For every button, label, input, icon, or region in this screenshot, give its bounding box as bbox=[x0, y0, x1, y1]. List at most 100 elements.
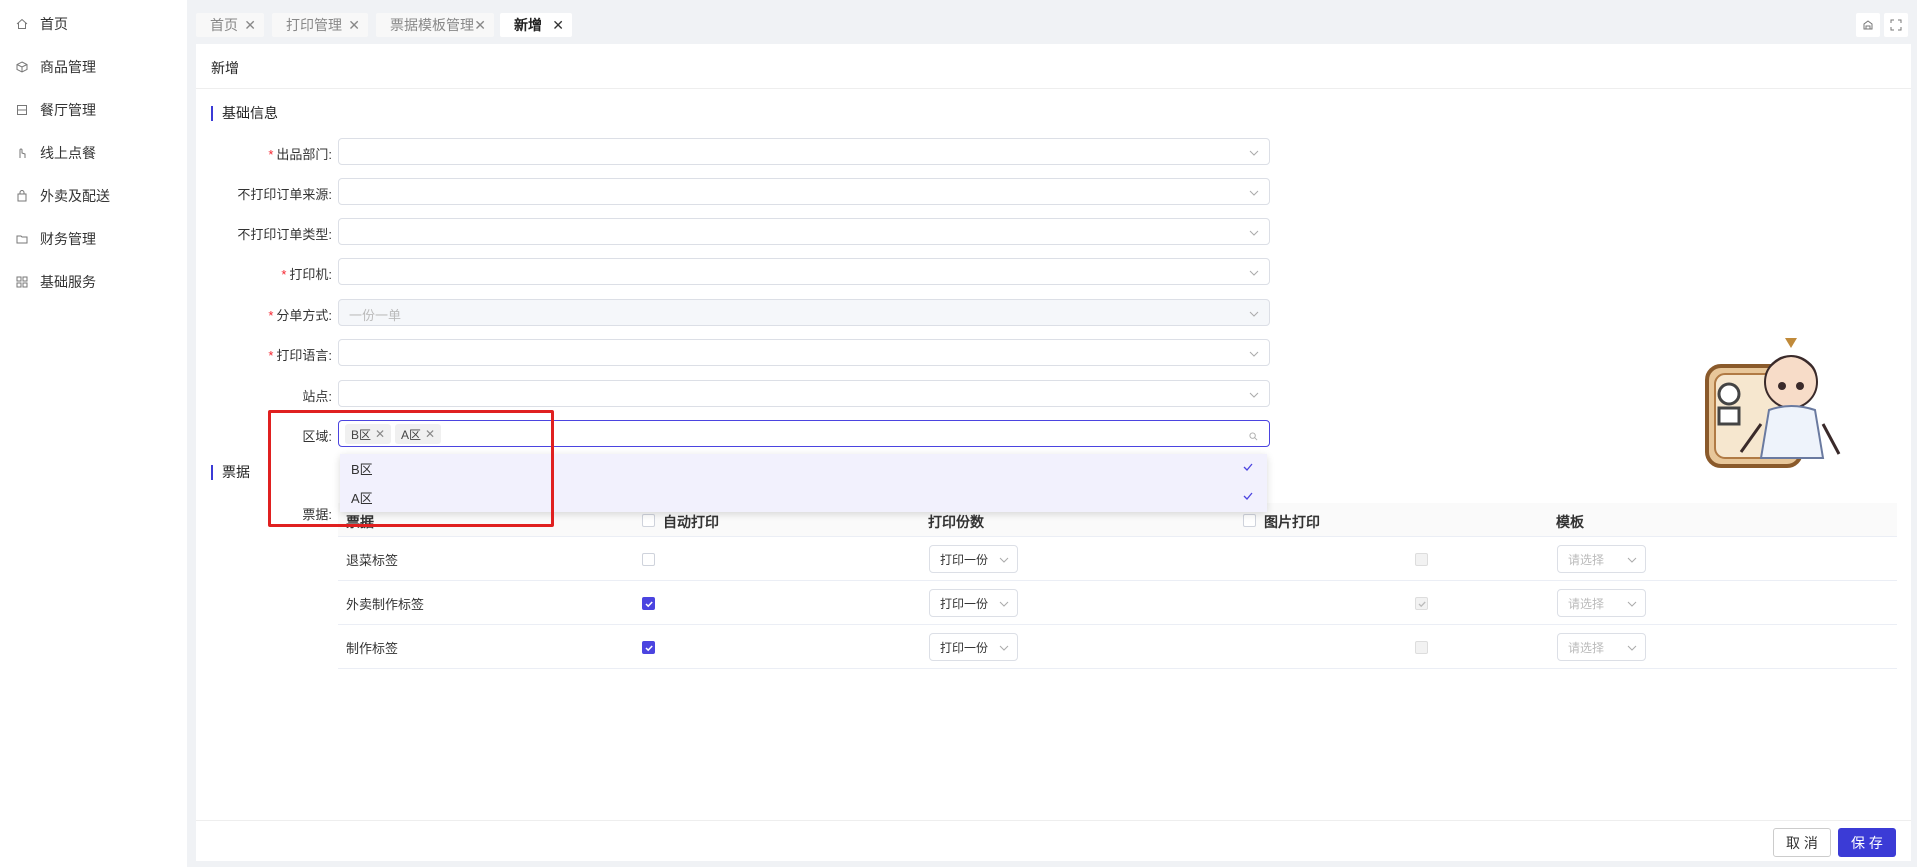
field-label-order-source: 不打印订单来源: bbox=[212, 184, 332, 203]
auto-print-checkbox[interactable] bbox=[642, 553, 655, 566]
template-select[interactable]: 请选择 bbox=[1557, 545, 1646, 573]
field-label-order-type: 不打印订单类型: bbox=[212, 224, 332, 243]
printer-select[interactable] bbox=[338, 258, 1270, 285]
label-text: 打印机: bbox=[289, 267, 332, 282]
select-value: 打印一份 bbox=[940, 552, 989, 567]
grid-icon bbox=[16, 276, 28, 288]
tab-home[interactable]: 首页 ✕ bbox=[196, 13, 264, 37]
auto-print-checkbox[interactable] bbox=[642, 641, 655, 654]
section-ticket: 票据 bbox=[211, 465, 250, 480]
chevron-down-icon bbox=[1249, 145, 1259, 156]
ticket-name: 退菜标签 bbox=[346, 553, 399, 568]
sidebar-item-basic-service[interactable]: 基础服务 bbox=[0, 260, 187, 303]
column-header-print-count: 打印份数 bbox=[928, 514, 984, 530]
ticket-name: 制作标签 bbox=[346, 641, 399, 656]
tab-ticket-template[interactable]: 票据模板管理 ✕ bbox=[376, 13, 494, 37]
table-row: 退菜标签 打印一份 请选择 bbox=[338, 537, 1897, 581]
required-mark: * bbox=[281, 267, 287, 282]
sidebar-item-restaurant[interactable]: 餐厅管理 bbox=[0, 88, 187, 131]
sidebar-item-products[interactable]: 商品管理 bbox=[0, 45, 187, 88]
chevron-down-icon bbox=[1249, 185, 1259, 196]
split-mode-value: 一份一单 bbox=[349, 308, 402, 323]
chevron-down-icon bbox=[1249, 225, 1259, 236]
sidebar-item-home[interactable]: 首页 bbox=[0, 2, 187, 45]
sidebar-item-online-order[interactable]: 线上点餐 bbox=[0, 131, 187, 174]
required-mark: * bbox=[268, 147, 274, 162]
tab-label: 票据模板管理 bbox=[390, 17, 474, 33]
print-count-select[interactable]: 打印一份 bbox=[929, 545, 1018, 573]
label-text: 不打印订单来源: bbox=[237, 187, 332, 202]
image-print-checkbox[interactable] bbox=[1415, 553, 1428, 566]
ticket-name: 外卖制作标签 bbox=[346, 597, 425, 612]
sidebar-item-finance[interactable]: 财务管理 bbox=[0, 217, 187, 260]
select-placeholder: 请选择 bbox=[1568, 640, 1605, 655]
label-text: 分单方式: bbox=[276, 308, 332, 323]
sidebar-item-label: 商品管理 bbox=[40, 58, 96, 75]
divider bbox=[196, 88, 1911, 89]
close-icon[interactable]: ✕ bbox=[474, 17, 486, 34]
sidebar: 首页 商品管理 餐厅管理 线上点餐 外卖及配送 财务管理 基础服务 bbox=[0, 0, 187, 867]
select-all-auto-print-checkbox[interactable] bbox=[642, 514, 655, 527]
chevron-down-icon bbox=[1249, 346, 1259, 357]
page-title: 新增 bbox=[211, 60, 239, 76]
field-label-split-mode: * 分单方式: bbox=[212, 305, 332, 324]
required-mark: * bbox=[268, 348, 274, 363]
order-source-select[interactable] bbox=[338, 178, 1270, 205]
image-print-checkbox[interactable] bbox=[1415, 597, 1428, 610]
department-select[interactable] bbox=[338, 138, 1270, 165]
sidebar-item-label: 基础服务 bbox=[40, 273, 96, 290]
highlight-box bbox=[268, 410, 554, 527]
select-placeholder: 请选择 bbox=[1568, 552, 1605, 567]
sidebar-item-label: 线上点餐 bbox=[40, 144, 96, 161]
label-text: 站点: bbox=[302, 389, 332, 404]
close-icon[interactable]: ✕ bbox=[244, 17, 256, 34]
label-text: 出品部门: bbox=[276, 147, 332, 162]
label-text: 不打印订单类型: bbox=[237, 227, 332, 242]
check-icon bbox=[1242, 461, 1254, 476]
fullscreen-icon[interactable] bbox=[1884, 13, 1908, 37]
tab-new[interactable]: 新增 ✕ bbox=[500, 13, 572, 37]
chevron-down-icon bbox=[1249, 387, 1259, 398]
home-icon bbox=[16, 18, 28, 30]
check-icon bbox=[1242, 490, 1254, 505]
image-print-checkbox[interactable] bbox=[1415, 641, 1428, 654]
required-mark: * bbox=[268, 308, 274, 323]
field-label-department: * 出品部门: bbox=[212, 144, 332, 163]
select-all-image-print-checkbox[interactable] bbox=[1243, 514, 1256, 527]
site-select[interactable] bbox=[338, 380, 1270, 407]
template-select[interactable]: 请选择 bbox=[1557, 633, 1646, 661]
folder-icon bbox=[16, 233, 28, 245]
tab-print-management[interactable]: 打印管理 ✕ bbox=[272, 13, 368, 37]
print-count-select[interactable]: 打印一份 bbox=[929, 589, 1018, 617]
chevron-down-icon bbox=[1249, 306, 1259, 317]
chevron-down-icon bbox=[1249, 265, 1259, 276]
sidebar-item-delivery[interactable]: 外卖及配送 bbox=[0, 174, 187, 217]
auto-print-checkbox[interactable] bbox=[642, 597, 655, 610]
tab-bar: 首页 ✕ 打印管理 ✕ 票据模板管理 ✕ 新增 ✕ bbox=[196, 9, 1911, 44]
sidebar-item-label: 餐厅管理 bbox=[40, 101, 96, 118]
column-header-auto-print: 自动打印 bbox=[663, 514, 719, 530]
tab-label: 打印管理 bbox=[286, 17, 342, 33]
print-language-select[interactable] bbox=[338, 339, 1270, 366]
sidebar-item-label: 财务管理 bbox=[40, 230, 96, 247]
mascot-sticker bbox=[1701, 334, 1846, 470]
cancel-button[interactable]: 取 消 bbox=[1773, 828, 1831, 857]
column-header-template: 模板 bbox=[1556, 514, 1584, 530]
close-icon[interactable]: ✕ bbox=[552, 17, 564, 34]
select-value: 打印一份 bbox=[940, 640, 989, 655]
refresh-icon[interactable] bbox=[1856, 13, 1880, 37]
divider bbox=[196, 820, 1911, 821]
select-value: 打印一份 bbox=[940, 596, 989, 611]
bag-icon bbox=[16, 189, 28, 202]
close-icon[interactable]: ✕ bbox=[348, 17, 360, 34]
split-mode-select[interactable]: 一份一单 bbox=[338, 299, 1270, 326]
box-icon bbox=[16, 60, 28, 73]
print-count-select[interactable]: 打印一份 bbox=[929, 633, 1018, 661]
select-placeholder: 请选择 bbox=[1568, 596, 1605, 611]
template-select[interactable]: 请选择 bbox=[1557, 589, 1646, 617]
section-basic-info: 基础信息 bbox=[211, 106, 278, 121]
order-type-select[interactable] bbox=[338, 218, 1270, 245]
save-button[interactable]: 保 存 bbox=[1838, 828, 1896, 857]
sidebar-item-label: 首页 bbox=[40, 15, 68, 32]
chevron-down-icon bbox=[1627, 642, 1637, 652]
